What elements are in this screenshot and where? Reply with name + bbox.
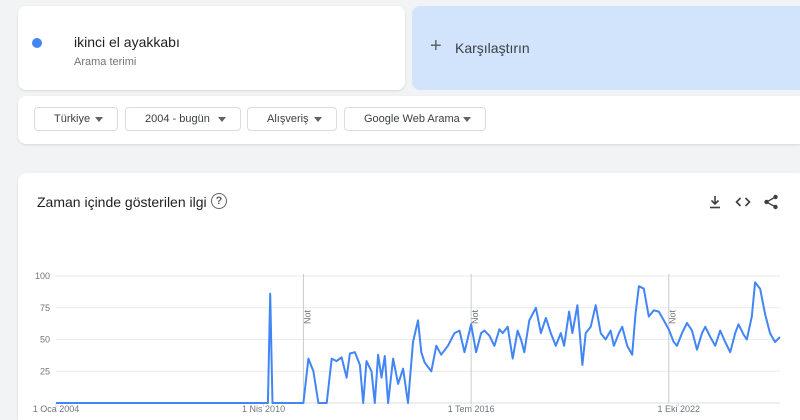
note-label: Not — [302, 309, 312, 324]
filter-bar: Türkiye 2004 - bugün Alışveriş Google We… — [18, 96, 800, 144]
chevron-down-icon — [95, 117, 103, 122]
category-filter-label: Alışveriş — [267, 113, 309, 125]
plus-icon: + — [430, 35, 442, 57]
region-filter-dropdown[interactable]: Türkiye — [34, 107, 118, 131]
chevron-down-icon — [314, 117, 322, 122]
time-range-filter-label: 2004 - bugün — [145, 113, 210, 125]
time-range-filter-dropdown[interactable]: 2004 - bugün — [125, 107, 241, 131]
interest-over-time-panel: Zaman içinde gösterilen ilgi ? 25 50 75 100… — [18, 173, 800, 420]
x-tick-label: 1 Nis 2010 — [242, 404, 285, 414]
search-term-name[interactable]: ikinci el ayakkabı — [74, 34, 180, 50]
search-type-filter-dropdown[interactable]: Google Web Arama — [344, 107, 486, 131]
note-label: Not — [668, 309, 678, 324]
y-tick-label: 75 — [40, 303, 50, 313]
series-line — [56, 281, 781, 404]
chevron-down-icon — [463, 117, 471, 122]
compare-label: Karşılaştırın — [455, 40, 530, 56]
category-filter-dropdown[interactable]: Alışveriş — [247, 107, 337, 131]
series-color-dot — [32, 38, 42, 48]
x-tick-label: 1 Eki 2022 — [657, 404, 700, 414]
interest-line-chart: 25 50 75 100 1 Oca 2004 1 Nis 2010 1 Tem 2016 1… — [33, 271, 781, 414]
search-type-filter-label: Google Web Arama — [364, 113, 460, 125]
region-filter-label: Türkiye — [54, 113, 91, 125]
search-term-subtitle: Arama terimi — [74, 56, 137, 68]
y-tick-label: 50 — [40, 335, 50, 345]
note-label: Not — [470, 309, 480, 324]
y-tick-label: 25 — [40, 366, 50, 376]
x-tick-label: 1 Tem 2016 — [448, 404, 495, 414]
y-tick-label: 100 — [35, 271, 50, 281]
x-tick-label: 1 Oca 2004 — [33, 404, 80, 414]
search-term-card[interactable]: ikinci el ayakkabı Arama terimi — [18, 6, 405, 90]
chevron-down-icon — [218, 117, 226, 122]
compare-button[interactable]: + Karşılaştırın — [412, 6, 800, 90]
